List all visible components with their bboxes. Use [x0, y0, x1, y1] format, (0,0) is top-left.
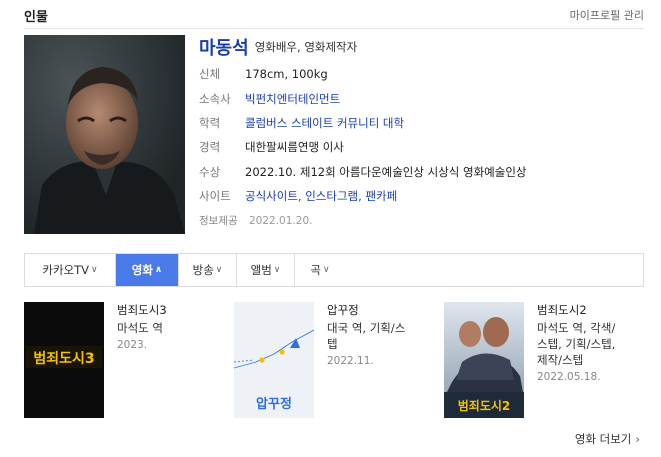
info-value: 2022.10. 제12회 아름다운예술인상 시상식 영화예술인상 [245, 164, 527, 179]
chevron-up-icon: ∧ [154, 265, 163, 275]
more-label: 영화 더보기 [574, 432, 632, 446]
info-row-career: 경력 대한팔씨름연맹 이사 [199, 135, 526, 159]
tab-label: 영화 [131, 263, 153, 277]
info-value: 대한팔씨름연맹 이사 [245, 140, 344, 155]
chevron-right-icon: › [635, 432, 640, 446]
person-info-list: 신체 178cm, 100kg 소속사 빅펀치엔터테인먼트 학력 콜럼버스 스테… [199, 62, 526, 233]
movie-date: 2022.05.18. [537, 371, 601, 383]
info-row-agency: 소속사 빅펀치엔터테인먼트 [199, 86, 526, 110]
tab-song[interactable]: 곡 ∨ [295, 254, 345, 286]
fancafe-link[interactable]: 팬카페 [365, 189, 397, 203]
chevron-down-icon: ∨ [323, 265, 330, 275]
info-label: 학력 [199, 115, 221, 130]
movie-title[interactable]: 범죄도시3 [117, 302, 227, 318]
my-profile-manage-link[interactable]: 마이프로필 관리 [570, 7, 644, 23]
info-label: 수상 [199, 164, 221, 179]
movie-title[interactable]: 범죄도시2 [537, 302, 647, 318]
chevron-down-icon: ∨ [215, 265, 223, 275]
tab-label: 곡 [310, 263, 321, 277]
person-occupation: 영화배우, 영화제작자 [254, 40, 358, 54]
category-tabs: 카카오TV ∨ 영화 ∧ 방송 ∨ 앨범 ∨ 곡 ∨ [24, 253, 644, 287]
info-label: 소속사 [199, 91, 231, 106]
tab-label: 카카오TV [42, 263, 90, 277]
person-photo[interactable] [24, 35, 185, 234]
movie-poster[interactable]: 압꾸정 [234, 302, 314, 418]
tab-broadcast[interactable]: 방송 ∨ [179, 254, 237, 286]
info-label: 사이트 [199, 189, 231, 204]
tab-movie[interactable]: 영화 ∧ [116, 254, 179, 286]
instagram-link[interactable]: 인스타그램 [305, 189, 358, 203]
tab-kakaotv[interactable]: 카카오TV ∨ [25, 254, 116, 286]
info-label: 경력 [199, 140, 221, 155]
movie-more-link[interactable]: 영화 더보기 › [575, 431, 640, 447]
education-link[interactable]: 콜럼버스 스테이트 커뮤니티 대학 [245, 116, 404, 130]
info-value: 2022.01.20. [249, 214, 313, 227]
official-site-link[interactable]: 공식사이트 [245, 189, 298, 203]
person-name-row: 마동석 영화배우, 영화제작자 [199, 34, 357, 60]
info-row-award: 수상 2022.10. 제12회 아름다운예술인상 시상식 영화예술인상 [199, 160, 526, 184]
info-row-source: 정보제공 2022.01.20. [199, 208, 526, 232]
poster-title-text: 범죄도시2 [458, 398, 511, 413]
tab-label: 앨범 [250, 263, 272, 277]
info-row-body: 신체 178cm, 100kg [199, 62, 526, 86]
person-name: 마동석 [199, 38, 249, 59]
chevron-down-icon: ∨ [273, 265, 281, 275]
tab-album[interactable]: 앨범 ∨ [237, 254, 295, 286]
movie-poster[interactable]: 범죄도시2 [444, 302, 524, 418]
movie-role: 대국 역, 기획/스 텝 [327, 321, 406, 351]
movie-date: 2023. [117, 339, 148, 351]
section-header: 인물 마이프로필 관리 [24, 6, 644, 25]
movie-date: 2022.11. [327, 355, 374, 367]
tab-label: 방송 [192, 263, 214, 277]
agency-link[interactable]: 빅펀치엔터테인먼트 [245, 92, 340, 106]
info-label: 정보제공 [199, 215, 238, 228]
section-title: 인물 [24, 10, 48, 25]
movie-poster[interactable]: 범죄도시3 [24, 302, 104, 418]
info-row-education: 학력 콜럼버스 스테이트 커뮤니티 대학 [199, 111, 526, 135]
chevron-down-icon: ∨ [91, 265, 98, 275]
info-row-sites: 사이트 공식사이트, 인스타그램, 팬카페 [199, 184, 526, 208]
poster-title-text: 범죄도시3 [33, 351, 94, 367]
poster-title-text: 압꾸정 [256, 396, 292, 412]
movie-role: 마석도 역, 각색/ 스텝, 기획/스텝, 제작/스텝 [537, 321, 616, 367]
movie-title[interactable]: 압꾸정 [327, 302, 437, 318]
info-label: 신체 [199, 67, 221, 82]
header-divider [24, 28, 644, 29]
info-value: 178cm, 100kg [245, 67, 328, 82]
movie-role: 마석도 역 [117, 321, 163, 335]
